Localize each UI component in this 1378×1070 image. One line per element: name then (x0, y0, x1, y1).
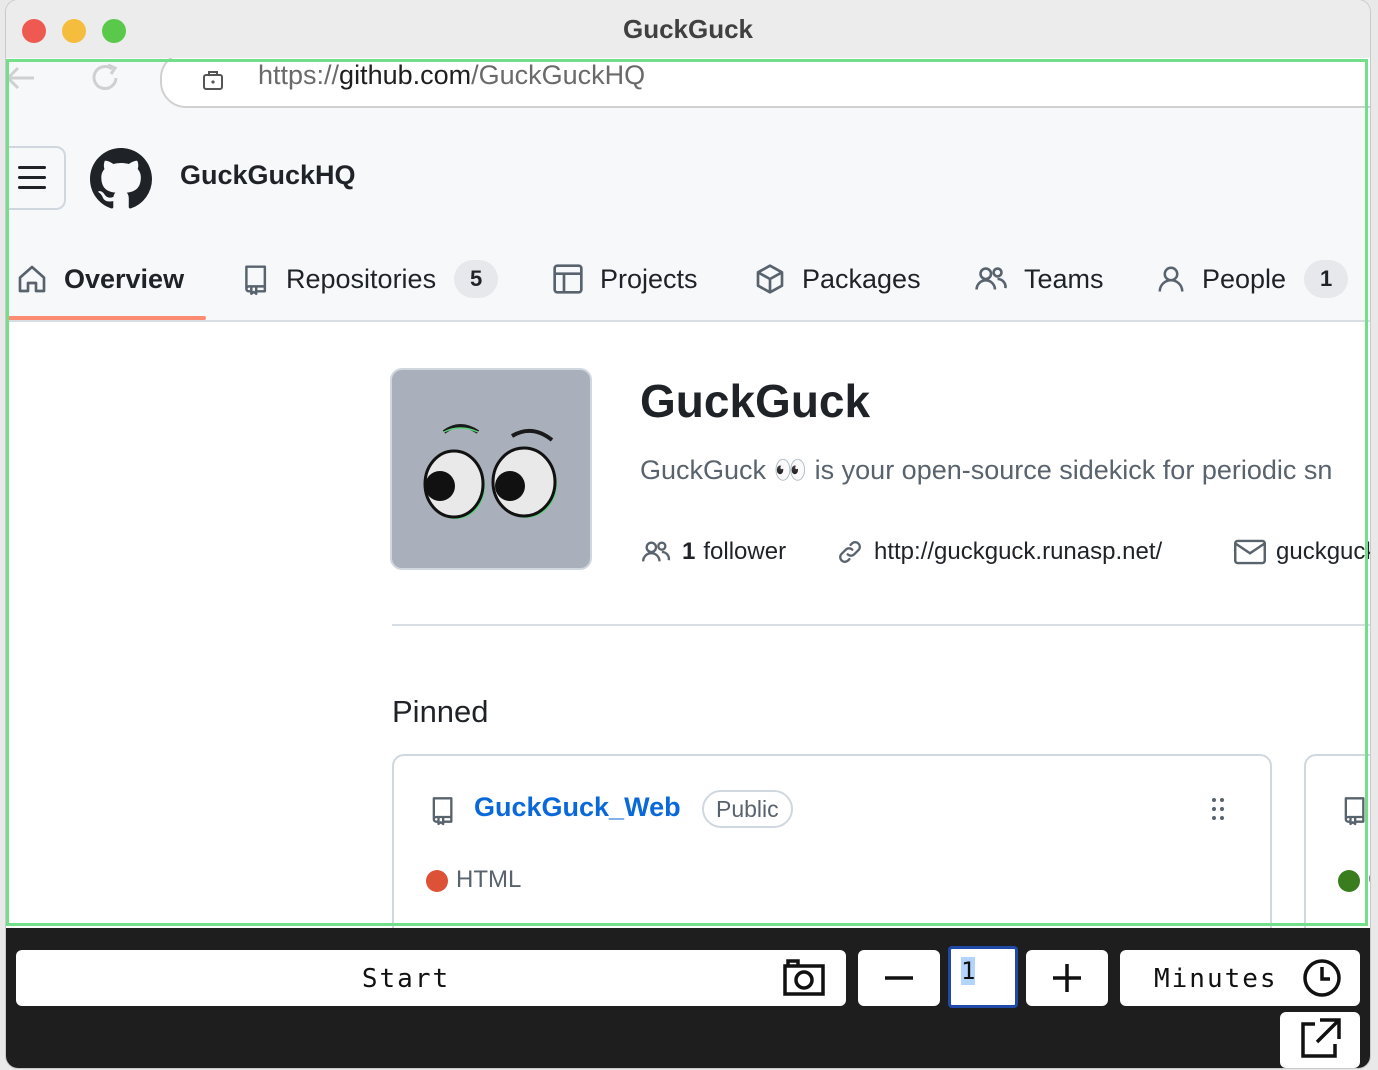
language-color-dot (426, 870, 448, 892)
app-window: GuckGuck https://github.com/GuckGuckHQ G… (6, 0, 1370, 1068)
external-link-icon (1301, 1018, 1341, 1058)
github-logo-icon[interactable] (90, 148, 152, 210)
capture-toolbar: Start 1 Minutes (6, 928, 1370, 1068)
repositories-count-badge: 5 (454, 260, 499, 298)
interval-input[interactable]: 1 (948, 946, 1018, 1008)
table-icon (553, 264, 583, 294)
repo-icon (432, 797, 453, 826)
window-title: GuckGuck (622, 14, 754, 44)
increase-interval-button[interactable] (1026, 950, 1108, 1006)
pinned-repo-card: GuckGuck_Web Public HTML (392, 754, 1272, 928)
section-divider (392, 624, 1370, 626)
back-arrow-icon[interactable] (6, 62, 38, 94)
website-link[interactable]: http://guckguck.runasp.net/ (836, 538, 1162, 566)
github-org-header: GuckGuckHQ Overview Repositories 5 Proje… (6, 114, 1370, 322)
googly-eyes-icon (423, 424, 557, 519)
popout-button[interactable] (1280, 1012, 1360, 1068)
decrease-interval-button[interactable] (858, 950, 940, 1006)
tab-people[interactable]: People 1 (1156, 242, 1349, 316)
url-text: https://github.com/GuckGuckHQ (258, 60, 646, 90)
org-description: GuckGuck 👀 is your open-source sidekick … (640, 455, 1333, 485)
org-display-name: GuckGuck (640, 375, 871, 427)
interval-unit-button[interactable]: Minutes (1120, 950, 1360, 1006)
repo-name-link[interactable]: GuckGuck_Web (474, 792, 681, 823)
people-icon (975, 267, 1007, 290)
active-tab-indicator (6, 316, 206, 320)
start-button[interactable]: Start (16, 950, 846, 1006)
followers-link[interactable]: 1 follower (640, 538, 786, 566)
language-label: HTML (456, 866, 522, 893)
title-bar: GuckGuck (6, 0, 1370, 58)
org-avatar[interactable] (390, 368, 592, 570)
link-icon (839, 541, 861, 563)
hamburger-menu-button[interactable] (6, 146, 66, 210)
tab-repositories[interactable]: Repositories 5 (240, 242, 499, 316)
site-info-icon[interactable] (202, 68, 224, 90)
people-count-badge: 1 (1304, 260, 1349, 298)
pinned-repo-card: C (1304, 754, 1370, 928)
url-field[interactable]: https://github.com/GuckGuckHQ (160, 58, 1370, 108)
browser-viewport: https://github.com/GuckGuckHQ GuckGuckHQ… (6, 58, 1370, 928)
tab-teams[interactable]: Teams (974, 242, 1104, 316)
tab-overview[interactable]: Overview (16, 242, 184, 316)
address-bar-area: https://github.com/GuckGuckHQ (6, 58, 1370, 114)
mail-icon (1234, 539, 1266, 565)
email-link[interactable]: guckguck (1234, 538, 1370, 566)
package-icon (756, 264, 784, 294)
org-handle[interactable]: GuckGuckHQ (180, 160, 356, 191)
tab-projects[interactable]: Projects (552, 242, 698, 316)
reload-icon[interactable] (88, 62, 124, 94)
tab-packages[interactable]: Packages (754, 242, 921, 316)
language-label: C (1368, 866, 1370, 894)
camera-icon (783, 959, 825, 996)
people-icon (642, 541, 671, 562)
visibility-badge: Public (702, 790, 793, 828)
repo-icon (245, 265, 267, 295)
org-nav: Overview Repositories 5 Projects Package… (6, 242, 1370, 320)
drag-handle-icon[interactable] (1210, 796, 1226, 822)
plus-icon (1053, 964, 1081, 992)
repo-icon (1344, 797, 1365, 826)
clock-icon (1303, 959, 1341, 997)
home-icon (18, 265, 46, 293)
minus-icon (885, 976, 913, 980)
pinned-heading: Pinned (392, 694, 489, 729)
person-icon (1158, 266, 1184, 292)
language-color-dot (1338, 870, 1360, 892)
